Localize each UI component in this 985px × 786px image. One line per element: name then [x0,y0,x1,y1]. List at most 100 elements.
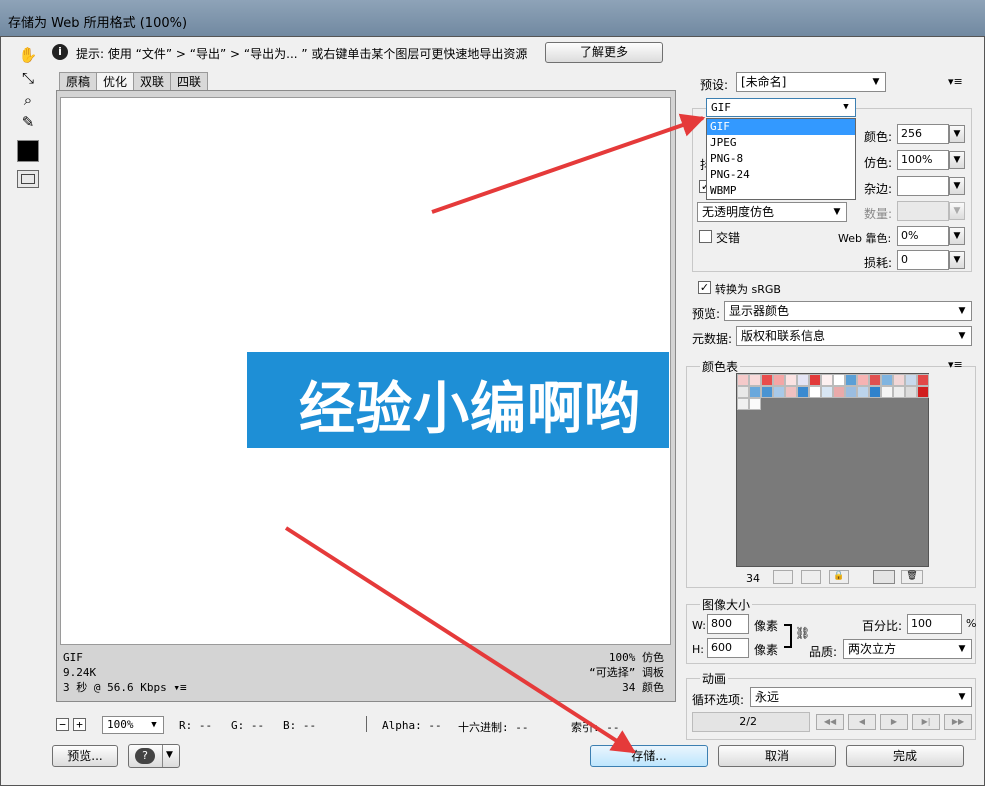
browser-preview-button[interactable]: ? ▼ [128,744,180,768]
loop-select[interactable]: 永远 ▼ [750,687,972,707]
color-swatch[interactable] [869,386,881,398]
color-swatch[interactable] [809,374,821,386]
color-swatch[interactable] [917,386,929,398]
color-table-grid[interactable] [736,373,929,567]
format-option-gif[interactable]: GIF [707,119,855,135]
color-swatch[interactable] [845,374,857,386]
dither-dropdown-button[interactable]: ▼ [949,151,965,169]
color-swatch[interactable] [857,374,869,386]
color-swatch[interactable] [773,374,785,386]
tab-2up[interactable]: 双联 [133,72,172,90]
lossy-dropdown-button[interactable]: ▼ [949,251,965,269]
slice-select-tool-icon[interactable]: ⤡ [16,67,40,89]
color-swatch[interactable] [737,398,749,410]
color-swatch[interactable] [773,386,785,398]
color-swatch[interactable] [905,386,917,398]
link-icon[interactable]: ⛓ [795,626,810,640]
toggle-slices-icon[interactable] [17,170,39,188]
format-option-png8[interactable]: PNG-8 [707,151,855,167]
color-swatch[interactable] [785,386,797,398]
color-swatch[interactable] [905,374,917,386]
color-swatch[interactable] [761,386,773,398]
lossy-field[interactable]: 0 [897,250,949,270]
web-shift-icon[interactable] [801,570,821,584]
interlaced-checkbox[interactable] [699,230,712,243]
color-swatch[interactable] [881,374,893,386]
format-option-jpeg[interactable]: JPEG [707,135,855,151]
amount-field [897,201,949,221]
matte-field[interactable] [897,176,949,196]
first-frame-icon[interactable]: ◀◀ [816,714,844,730]
colors-dropdown-button[interactable]: ▼ [949,125,965,143]
zoom-out-button[interactable]: − [56,718,69,731]
tab-4up[interactable]: 四联 [170,72,209,90]
width-field[interactable]: 800 [707,614,749,634]
quality-select[interactable]: 两次立方 ▼ [843,639,972,659]
color-swatch[interactable] [917,374,929,386]
prev-frame-icon[interactable]: ◀ [848,714,876,730]
color-swatch[interactable] [881,386,893,398]
color-swatch[interactable] [893,386,905,398]
color-swatch[interactable] [737,386,749,398]
format-option-wbmp[interactable]: WBMP [707,183,855,199]
colors-field[interactable]: 256 [897,124,949,144]
eyedropper-tool-icon[interactable]: ✎ [16,111,40,133]
color-swatch[interactable] [833,386,845,398]
format-select[interactable]: GIF ▼ [706,98,856,117]
web-snap-field[interactable]: 0% [897,226,949,246]
color-swatch[interactable] [869,374,881,386]
color-swatch[interactable] [821,386,833,398]
convert-srgb-checkbox[interactable]: ✓ [698,281,711,294]
save-button[interactable]: 存储... [590,745,708,767]
color-swatch[interactable] [749,398,761,410]
learn-more-button[interactable]: 了解更多 [545,42,663,63]
preset-select[interactable]: [未命名] ▼ [736,72,886,92]
preview-select[interactable]: 显示器颜色 ▼ [724,301,972,321]
eyedropper-color-swatch[interactable] [17,140,39,162]
web-snap-dropdown-button[interactable]: ▼ [949,227,965,245]
color-swatch[interactable] [857,386,869,398]
color-swatch[interactable] [833,374,845,386]
percent-field[interactable]: 100 [907,614,962,634]
metadata-select[interactable]: 版权和联系信息 ▼ [736,326,972,346]
hand-tool-icon[interactable]: ✋ [16,44,40,66]
readout-hex: 十六进制: -- [458,721,529,734]
map-transparent-icon[interactable] [773,570,793,584]
color-swatch[interactable] [809,386,821,398]
amount-dropdown-button: ▼ [949,202,965,220]
tab-optimized[interactable]: 优化 [96,72,135,90]
dither-field[interactable]: 100% [897,150,949,170]
color-swatch[interactable] [785,374,797,386]
color-table-menu-icon[interactable]: ▾≡ [948,358,963,371]
play-icon[interactable]: ▶ [880,714,908,730]
height-field[interactable]: 600 [707,638,749,658]
color-swatch[interactable] [749,374,761,386]
constrain-bracket [784,624,792,648]
zoom-select[interactable]: 100% ▼ [102,716,164,734]
matte-dropdown-button[interactable]: ▼ [949,177,965,195]
transparency-dither-select[interactable]: 无透明度仿色 ▼ [697,202,847,222]
trash-icon[interactable]: 🗑 [901,570,923,584]
last-frame-icon[interactable]: ▶▶ [944,714,972,730]
color-swatch[interactable] [797,374,809,386]
color-swatch[interactable] [749,386,761,398]
zoom-in-button[interactable]: + [73,718,86,731]
new-color-icon[interactable] [873,570,895,584]
zoom-tool-icon[interactable]: ⌕ [16,89,40,111]
color-swatch[interactable] [737,374,749,386]
preview-button[interactable]: 预览... [52,745,118,767]
info-menu-icon[interactable]: ▾≡ [173,681,186,694]
format-option-png24[interactable]: PNG-24 [707,167,855,183]
tab-original[interactable]: 原稿 [59,72,98,90]
color-swatch[interactable] [761,374,773,386]
preset-menu-icon[interactable]: ▾≡ [948,75,963,88]
done-button[interactable]: 完成 [846,745,964,767]
cancel-button[interactable]: 取消 [718,745,836,767]
color-swatch[interactable] [845,386,857,398]
lock-icon[interactable]: 🔒 [829,570,849,584]
color-swatch[interactable] [797,386,809,398]
color-swatch[interactable] [821,374,833,386]
next-frame-icon[interactable]: ▶| [912,714,940,730]
color-swatch[interactable] [893,374,905,386]
lossy-label: 损耗: [864,256,893,270]
